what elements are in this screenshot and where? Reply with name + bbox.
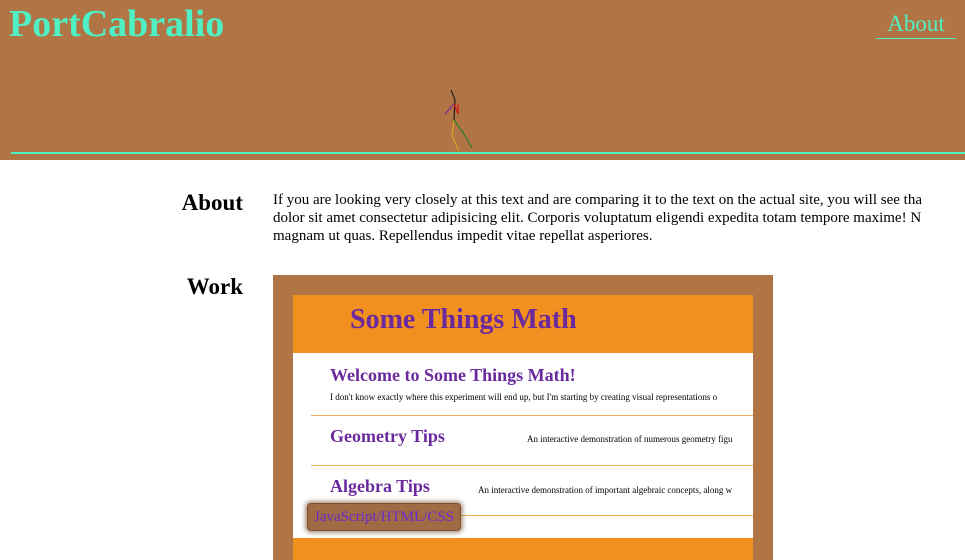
preview-intro: I don't know exactly where this experime… (330, 392, 718, 402)
preview-divider (311, 465, 753, 466)
preview-algebra-title: Algebra Tips (330, 476, 430, 496)
preview-title: Some Things Math (350, 304, 577, 335)
stick-figure-icon (444, 89, 473, 152)
preview-geometry-title: Geometry Tips (330, 426, 445, 446)
preview-footer (293, 538, 753, 560)
about-text-line: magnam ut quas. Repellendus impedit vita… (273, 228, 653, 244)
site-title[interactable]: PortCabralio (9, 2, 224, 46)
nav-about-link[interactable]: About (876, 10, 956, 39)
site-header: PortCabralio About (0, 0, 965, 160)
preview-welcome: Welcome to Some Things Math! (330, 365, 576, 385)
tech-stack-badge: JavaScript/HTML/CSS (307, 503, 462, 531)
preview-algebra-desc: An interactive demonstration of importan… (478, 485, 733, 495)
preview-geometry-desc: An interactive demonstration of numerous… (527, 434, 733, 444)
preview-divider (311, 415, 753, 416)
preview-header: Some Things Math (293, 295, 753, 353)
work-heading: Work (186, 274, 243, 299)
about-text-line: dolor sit amet consectetur adipisicing e… (273, 210, 922, 226)
about-text: If you are looking very closely at this … (273, 191, 965, 251)
header-divider (11, 152, 965, 154)
about-heading: About (181, 190, 243, 215)
about-text-line: If you are looking very closely at this … (273, 192, 922, 208)
